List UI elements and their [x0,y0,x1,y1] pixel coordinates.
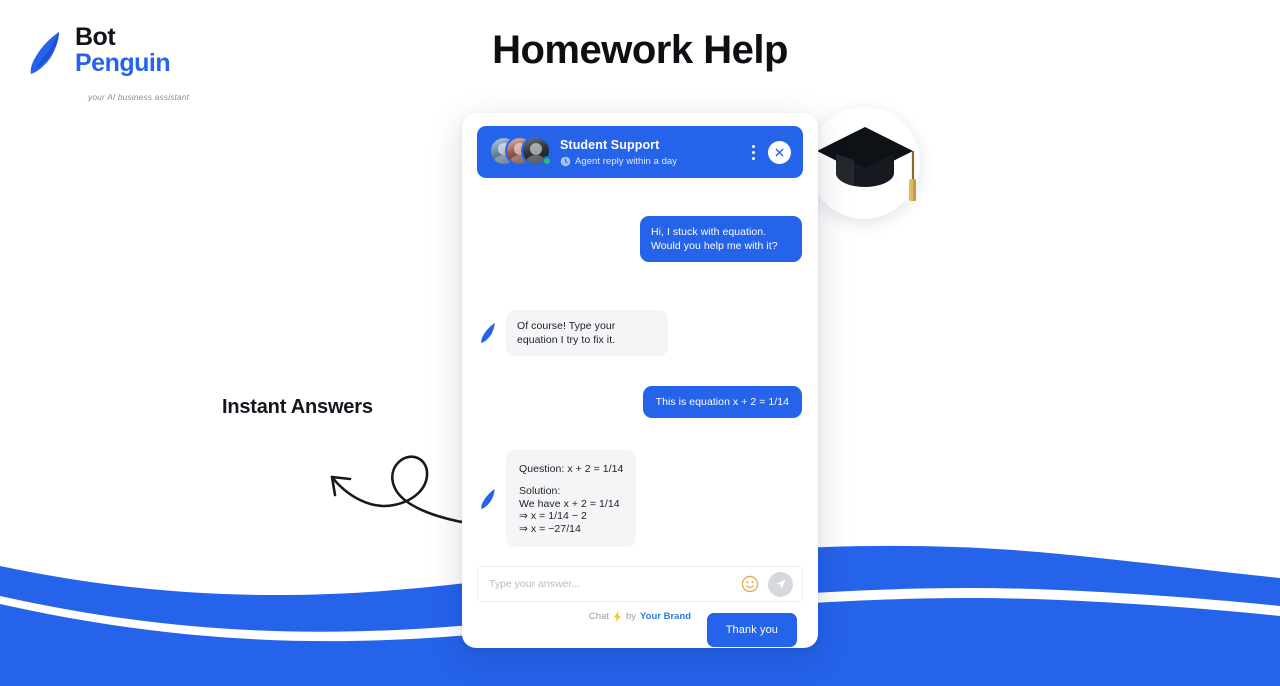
chat-title: Student Support [560,137,660,152]
message-composer [477,566,803,602]
footer-chat-label: Chat [588,611,609,622]
solution-step: ⇒ x = −27/14 [519,522,581,535]
solution-label: Solution: [519,485,561,497]
chat-header: Student Support Agent reply within a day [477,126,803,178]
online-status-dot [542,156,552,166]
page-root: Bot Penguin your AI business assistant H… [0,0,1280,686]
message-row-bot-solution: Question: x + 2 = 1/14 Solution: We have… [478,450,802,547]
footer-brand-link[interactable]: Your Brand [640,611,691,622]
message-row-bot: Of course! Type your equation I try to f… [478,310,802,356]
bot-message-bubble: Of course! Type your equation I try to f… [506,310,668,356]
solution-question: Question: x + 2 = 1/14 [519,463,624,475]
penguin-icon [481,322,495,344]
smiley-icon[interactable] [741,575,759,593]
user-message-bubble: This is equation x + 2 = 1/14 [642,386,802,418]
message-input[interactable] [489,578,741,590]
lightning-bolt-icon [613,611,622,622]
close-icon[interactable] [768,140,791,164]
chat-subtitle-row: Agent reply within a day [560,156,745,167]
widget-footer: Chat by Your Brand [462,611,818,622]
graduation-cap-icon [817,127,916,201]
message-list: Hi, I stuck with equation. Would you hel… [462,188,818,603]
message-row-user: Hi, I stuck with equation. Would you hel… [478,216,802,262]
chat-subtitle: Agent reply within a day [575,155,678,167]
logo-tagline: your AI business assistant [88,92,190,102]
solution-step: We have x + 2 = 1/14 [519,497,620,510]
chat-widget-card: Student Support Agent reply within a day [462,113,818,648]
user-message-bubble: Hi, I stuck with equation. Would you hel… [640,216,802,262]
instant-answers-label: Instant Answers [222,396,373,418]
clock-icon [560,156,571,166]
graduation-cap-medallion [808,107,920,219]
page-title: Homework Help [492,28,788,72]
message-row-user: This is equation x + 2 = 1/14 [478,386,802,418]
send-paper-plane-icon[interactable] [768,571,793,597]
agent-avatars [489,136,552,168]
footer-by-label: by [626,611,637,622]
chat-header-texts: Student Support Agent reply within a day [560,138,745,167]
kebab-menu-icon[interactable] [745,142,761,162]
solution-bubble: Question: x + 2 = 1/14 Solution: We have… [506,450,637,547]
chat-header-actions [745,140,791,164]
penguin-icon [481,488,495,509]
solution-step: ⇒ x = 1/14 − 2 [519,510,587,522]
